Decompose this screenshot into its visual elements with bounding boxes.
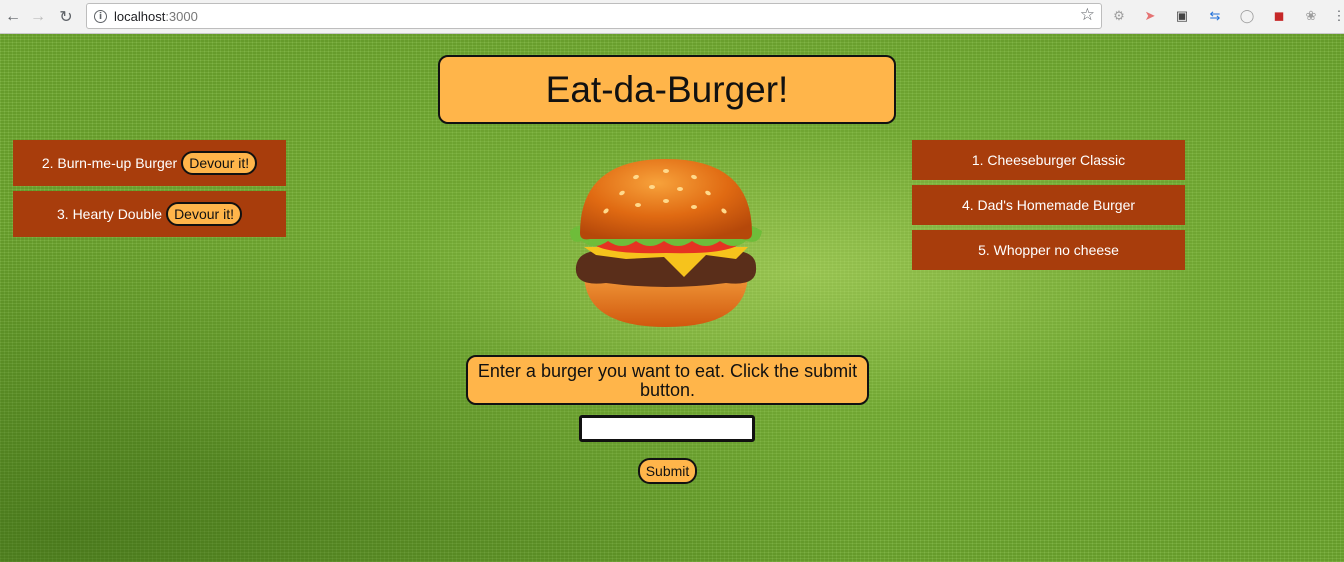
burger-item-uneaten: 3. Hearty Double Devour it! xyxy=(13,191,286,237)
burger-item-devoured: 1. Cheeseburger Classic xyxy=(912,140,1185,180)
page-title: Eat-da-Burger! xyxy=(438,55,896,124)
extension-circle-icon[interactable]: ◯ xyxy=(1238,7,1256,25)
burger-label: 2. Burn-me-up Burger xyxy=(41,155,178,171)
extension-leaf-icon[interactable]: ❀ xyxy=(1302,7,1320,25)
url-port: :3000 xyxy=(165,8,198,24)
forward-icon[interactable]: → xyxy=(27,6,49,28)
extension-swap-icon[interactable]: ⇆ xyxy=(1206,7,1224,25)
back-icon[interactable]: ← xyxy=(2,6,24,28)
info-icon[interactable]: i xyxy=(94,9,107,23)
menu-icon[interactable]: ⋮ xyxy=(1330,7,1344,25)
reload-icon[interactable]: ↻ xyxy=(55,6,77,28)
instruction-box: Enter a burger you want to eat. Click th… xyxy=(466,355,869,405)
extension-arrow-icon[interactable]: ➤ xyxy=(1141,7,1159,25)
star-icon[interactable]: ☆ xyxy=(1080,5,1095,25)
devour-button[interactable]: Devour it! xyxy=(166,202,242,226)
extension-pdf-icon[interactable]: ◼ xyxy=(1270,7,1288,25)
address-bar[interactable]: i localhost:3000 ☆ xyxy=(86,3,1102,29)
devour-button[interactable]: Devour it! xyxy=(181,151,258,175)
extension-screenshot-icon[interactable]: ▣ xyxy=(1173,7,1191,25)
extension-gear-icon[interactable]: ⚙ xyxy=(1110,7,1128,25)
url-host: localhost xyxy=(114,8,166,24)
burger-label: 3. Hearty Double xyxy=(57,206,163,222)
burger-image xyxy=(570,159,762,327)
burger-item-devoured: 4. Dad's Homemade Burger xyxy=(912,185,1185,225)
url-text: localhost:3000 xyxy=(114,9,198,24)
burger-name-input[interactable] xyxy=(579,415,755,442)
submit-button[interactable]: Submit xyxy=(638,458,697,484)
browser-toolbar: ← → ↻ i localhost:3000 ☆ ⚙ ➤ ▣ ⇆ ◯ ◼ ❀ ⋮ xyxy=(0,0,1344,34)
burger-item-uneaten: 2. Burn-me-up Burger Devour it! xyxy=(13,140,286,186)
burger-item-devoured: 5. Whopper no cheese xyxy=(912,230,1185,270)
